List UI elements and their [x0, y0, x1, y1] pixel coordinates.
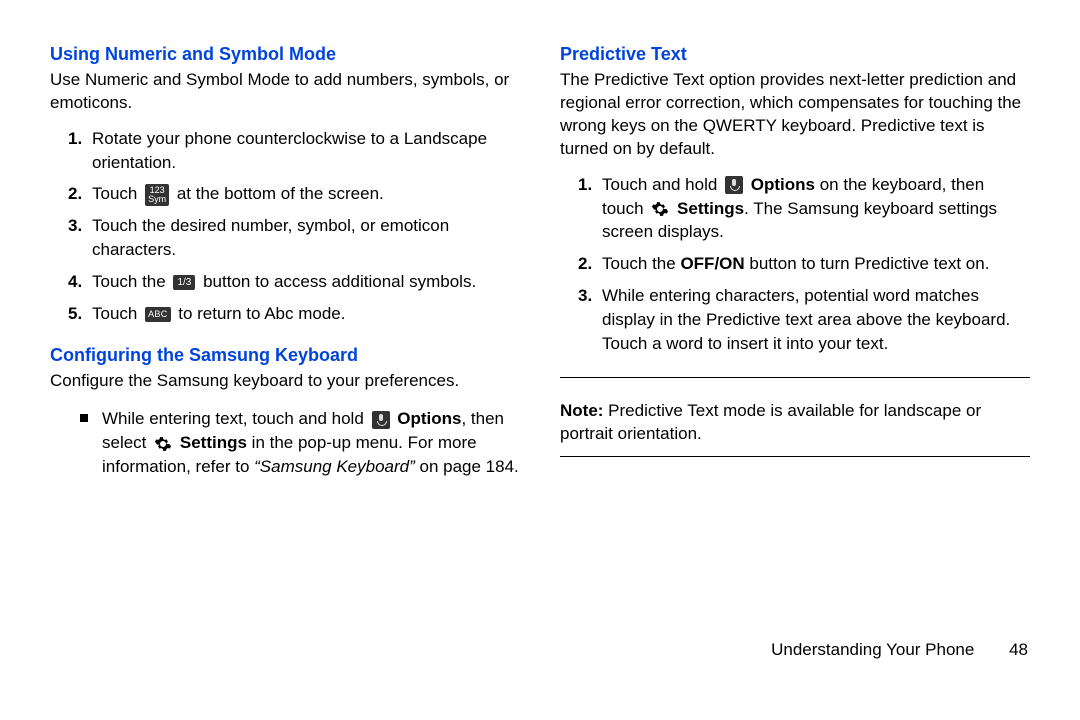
p2-c: button to turn Predictive text on. [745, 254, 990, 273]
right-column: Predictive Text The Predictive Text opti… [560, 40, 1030, 620]
onethird-key-icon: 1/3 [173, 275, 195, 290]
step-1-text: Rotate your phone counterclockwise to a … [92, 129, 487, 172]
footer-page-number: 48 [1009, 640, 1028, 660]
p2-b: OFF/ON [680, 254, 744, 273]
list-predictive: 1. Touch and hold Options on the keyboar… [560, 173, 1030, 364]
step-3-text: Touch the desired number, symbol, or emo… [92, 216, 449, 259]
heading-configuring: Configuring the Samsung Keyboard [50, 345, 520, 366]
config-bullet-text: While entering text, touch and hold Opti… [102, 407, 520, 478]
gear-settings-icon-2 [651, 200, 669, 218]
bullet-square-icon [80, 414, 88, 422]
step-3: 3.Touch the desired number, symbol, or e… [68, 214, 520, 262]
page-columns: Using Numeric and Symbol Mode Use Numeri… [0, 0, 1080, 640]
cb-settings: Settings [180, 433, 247, 452]
p2-a: Touch the [602, 254, 680, 273]
pstep-1: 1. Touch and hold Options on the keyboar… [578, 173, 1030, 244]
heading-predictive: Predictive Text [560, 44, 1030, 65]
cb-options: Options [397, 409, 461, 428]
list-numeric-symbol: 1.Rotate your phone counterclockwise to … [50, 127, 520, 334]
cb-c: in the pop-up menu. [247, 433, 408, 452]
step-4-text-b: button to access additional symbols. [198, 272, 476, 291]
pstep-3: 3.While entering characters, potential w… [578, 284, 1030, 355]
left-column: Using Numeric and Symbol Mode Use Numeri… [50, 40, 520, 620]
note-label: Note: [560, 401, 603, 420]
mic-options-icon-2 [725, 176, 743, 194]
sym-key-icon: 123Sym [145, 184, 169, 206]
p3-a: While entering characters, potential wor… [602, 286, 1010, 353]
onethird-label: 1/3 [173, 275, 195, 290]
note-body: Predictive Text mode is available for la… [560, 401, 981, 443]
heading-numeric-symbol: Using Numeric and Symbol Mode [50, 44, 520, 65]
note-predictive: Note: Predictive Text mode is available … [560, 400, 1030, 446]
p1-opt: Options [751, 175, 815, 194]
step-4: 4. Touch the 1/3 button to access additi… [68, 270, 520, 294]
pstep-2: 2. Touch the OFF/ON button to turn Predi… [578, 252, 1030, 276]
sym-key-bot: Sym [148, 194, 166, 204]
mic-options-icon [372, 411, 390, 429]
step-2-text-a: Touch [92, 184, 142, 203]
abc-key-icon: ABC [145, 307, 170, 322]
step-5: 5. Touch ABC to return to Abc mode. [68, 302, 520, 326]
page-footer: Understanding Your Phone 48 [0, 640, 1080, 676]
intro-configuring: Configure the Samsung keyboard to your p… [50, 370, 520, 393]
abc-label: ABC [145, 307, 170, 322]
step-2: 2. Touch 123Sym at the bottom of the scr… [68, 182, 520, 206]
p1-a: Touch and hold [602, 175, 722, 194]
divider-bottom [560, 456, 1030, 457]
divider-top [560, 377, 1030, 378]
intro-predictive: The Predictive Text option provides next… [560, 69, 1030, 161]
footer-chapter: Understanding Your Phone [771, 640, 974, 659]
cb-a: While entering text, touch and hold [102, 409, 369, 428]
intro-numeric-symbol: Use Numeric and Symbol Mode to add numbe… [50, 69, 520, 115]
gear-settings-icon [154, 435, 172, 453]
cb-ref: “Samsung Keyboard” [254, 457, 415, 476]
p1-set: Settings [677, 199, 744, 218]
step-4-text-a: Touch the [92, 272, 170, 291]
step-2-text-b: at the bottom of the screen. [172, 184, 384, 203]
step-1: 1.Rotate your phone counterclockwise to … [68, 127, 520, 175]
cb-e: on page 184. [415, 457, 519, 476]
step-5-text-a: Touch [92, 304, 142, 323]
config-bullet: While entering text, touch and hold Opti… [80, 407, 520, 478]
step-5-text-b: to return to Abc mode. [174, 304, 346, 323]
